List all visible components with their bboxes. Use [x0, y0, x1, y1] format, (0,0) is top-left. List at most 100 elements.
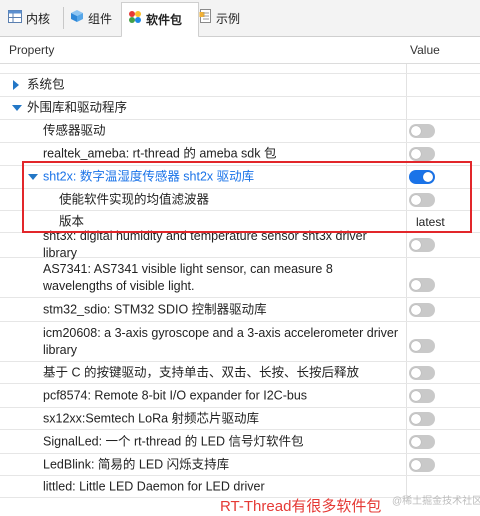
- table-row[interactable]: icm20608: a 3-axis gyroscope and a 3-axi…: [0, 322, 480, 362]
- property-cell: 外围库和驱动程序: [0, 97, 407, 119]
- value-cell: [407, 362, 480, 383]
- toggle-switch[interactable]: [409, 302, 435, 317]
- row-label: sht2x: 数字温湿度传感器 sht2x 驱动库: [43, 169, 255, 184]
- toggle-switch[interactable]: [409, 192, 435, 207]
- value-cell: [407, 322, 480, 361]
- toggle-switch[interactable]: [409, 170, 435, 184]
- cube-icon: [70, 4, 84, 34]
- property-column-header: Property: [9, 43, 55, 57]
- toggle-knob: [411, 304, 421, 315]
- value-cell: [407, 74, 480, 96]
- toggle-switch[interactable]: [409, 339, 435, 354]
- version-value[interactable]: latest: [416, 215, 445, 229]
- property-cell: sht2x: 数字温湿度传感器 sht2x 驱动库: [0, 166, 407, 188]
- toggle-switch[interactable]: [409, 365, 435, 380]
- toggle-switch[interactable]: [409, 124, 435, 138]
- property-cell: SignalLed: 一个 rt-thread 的 LED 信号灯软件包: [0, 430, 407, 453]
- watermark: @稀土掘金技术社区: [392, 496, 480, 507]
- value-cell: [407, 298, 480, 321]
- value-cell: [407, 166, 480, 188]
- toggle-switch[interactable]: [409, 388, 435, 403]
- table-row[interactable]: sx12xx:Semtech LoRa 射频芯片驱动库: [0, 408, 480, 430]
- tab-bar: 内核 组件 软件包 示例: [0, 0, 480, 38]
- tab-kernel[interactable]: 内核: [8, 3, 50, 33]
- table-row[interactable]: 基于 C 的按键驱动，支持单击、双击、长按、长按后释放: [0, 362, 480, 384]
- property-cell: pcf8574: Remote 8-bit I/O expander for I…: [0, 384, 407, 407]
- table-row[interactable]: AS7341: AS7341 visible light sensor, can…: [0, 258, 480, 298]
- collapse-arrow-icon[interactable]: [28, 174, 38, 180]
- value-cell: [407, 408, 480, 429]
- toggle-switch[interactable]: [409, 278, 435, 293]
- property-cell: AS7341: AS7341 visible light sensor, can…: [0, 258, 407, 297]
- value-cell: [407, 64, 480, 73]
- row-label: pcf8574: Remote 8-bit I/O expander for I…: [43, 388, 308, 402]
- document-icon: [199, 4, 212, 34]
- row-label: 传感器驱动: [43, 123, 106, 138]
- row-label: stm32_sdio: STM32 SDIO 控制器驱动库: [43, 302, 267, 316]
- expand-arrow-icon[interactable]: [13, 80, 19, 90]
- table-row[interactable]: 使能软件实现的均值滤波器: [0, 189, 480, 211]
- value-cell: [407, 233, 480, 257]
- row-label: 外围库和驱动程序: [27, 100, 128, 115]
- toggle-knob: [411, 126, 421, 136]
- tab-label: 组件: [88, 11, 113, 26]
- property-cell: stm32_sdio: STM32 SDIO 控制器驱动库: [0, 298, 407, 321]
- toggle-switch[interactable]: [409, 238, 435, 252]
- toggle-knob: [411, 390, 421, 401]
- tab-examples[interactable]: 示例: [199, 3, 240, 33]
- collapse-arrow-icon[interactable]: [12, 105, 22, 111]
- value-cell: [407, 430, 480, 453]
- table-row[interactable]: sht2x: 数字温湿度传感器 sht2x 驱动库: [0, 166, 480, 189]
- toggle-knob: [411, 280, 421, 291]
- table-row[interactable]: realtek_ameba: rt-thread 的 ameba sdk 包: [0, 143, 480, 166]
- property-cell: [0, 64, 407, 73]
- toggle-knob: [411, 341, 421, 352]
- tab-label: 示例: [216, 11, 241, 26]
- toggle-knob: [411, 240, 421, 250]
- row-label: sht3x: digital humidity and temperature …: [43, 229, 367, 260]
- tab-label: 软件包: [146, 12, 183, 27]
- property-cell: 使能软件实现的均值滤波器: [0, 189, 407, 210]
- property-cell: icm20608: a 3-axis gyroscope and a 3-axi…: [0, 322, 407, 361]
- property-cell: realtek_ameba: rt-thread 的 ameba sdk 包: [0, 143, 407, 165]
- row-label: icm20608: a 3-axis gyroscope and a 3-axi…: [43, 325, 399, 357]
- row-label: 基于 C 的按键驱动，支持单击、双击、长按、长按后释放: [43, 365, 359, 379]
- table-row[interactable]: LedBlink: 简易的 LED 闪烁支持库: [0, 454, 480, 476]
- row-label: sx12xx:Semtech LoRa 射频芯片驱动库: [43, 411, 260, 425]
- row-label: realtek_ameba: rt-thread 的 ameba sdk 包: [43, 146, 277, 161]
- table-row[interactable]: 传感器驱动: [0, 120, 480, 143]
- toggle-switch[interactable]: [409, 411, 435, 426]
- row-label: 系统包: [27, 77, 65, 92]
- value-cell: [407, 258, 480, 297]
- table-row[interactable]: sht3x: digital humidity and temperature …: [0, 229, 480, 260]
- toggle-switch[interactable]: [409, 147, 435, 161]
- tab-divider: [63, 7, 64, 29]
- table-row[interactable]: pcf8574: Remote 8-bit I/O expander for I…: [0, 384, 480, 408]
- property-cell: 系统包: [0, 74, 407, 96]
- toggle-knob: [411, 149, 421, 159]
- table-icon: [8, 4, 22, 34]
- property-cell: littled: Little LED Daemon for LED drive…: [0, 476, 407, 497]
- toggle-switch[interactable]: [409, 457, 435, 472]
- table-row[interactable]: stm32_sdio: STM32 SDIO 控制器驱动库: [0, 298, 480, 322]
- table-row[interactable]: 系统包: [0, 74, 480, 97]
- value-cell: [407, 454, 480, 475]
- value-cell[interactable]: latest: [407, 211, 480, 232]
- column-header: Property Value: [0, 37, 480, 64]
- row-label: SignalLed: 一个 rt-thread 的 LED 信号灯软件包: [43, 434, 304, 448]
- table-row[interactable]: 外围库和驱动程序: [0, 97, 480, 120]
- toggle-switch[interactable]: [409, 434, 435, 449]
- tab-packages[interactable]: 软件包: [121, 2, 199, 38]
- property-cell: 基于 C 的按键驱动，支持单击、双击、长按、长按后释放: [0, 362, 407, 383]
- tab-components[interactable]: 组件: [70, 3, 112, 33]
- value-cell: [407, 120, 480, 142]
- caption: RT-Thread有很多软件包: [220, 498, 382, 515]
- table-row[interactable]: SignalLed: 一个 rt-thread 的 LED 信号灯软件包: [0, 430, 480, 454]
- toggle-knob: [411, 436, 421, 447]
- value-cell: [407, 384, 480, 407]
- value-cell: [407, 97, 480, 119]
- row-label: 使能软件实现的均值滤波器: [59, 192, 210, 206]
- colored-dots-icon: [128, 4, 142, 36]
- property-cell: 传感器驱动: [0, 120, 407, 142]
- toggle-knob: [423, 172, 433, 182]
